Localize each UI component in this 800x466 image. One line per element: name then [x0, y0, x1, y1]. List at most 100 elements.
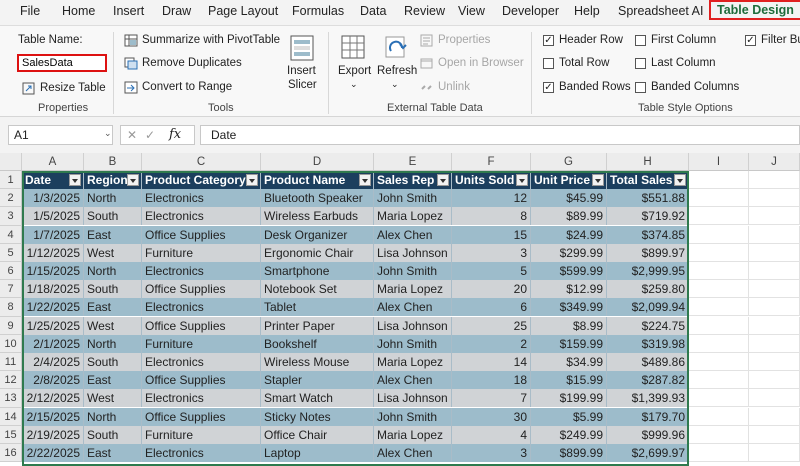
- empty-cell[interactable]: [689, 407, 749, 426]
- table-cell[interactable]: $159.99: [531, 334, 607, 353]
- chevron-down-icon[interactable]: ⌄: [350, 79, 358, 90]
- empty-cell[interactable]: [749, 225, 800, 244]
- table-cell[interactable]: 1/18/2025: [22, 280, 84, 299]
- export-button[interactable]: Export: [338, 65, 371, 77]
- table-cell[interactable]: East: [84, 225, 142, 244]
- empty-cell[interactable]: [689, 298, 749, 317]
- select-all-corner[interactable]: [0, 153, 22, 171]
- table-cell[interactable]: 2/19/2025: [22, 425, 84, 444]
- table-cell[interactable]: 1/3/2025: [22, 189, 84, 208]
- table-cell[interactable]: West: [84, 389, 142, 408]
- empty-cell[interactable]: [689, 171, 749, 189]
- table-cell[interactable]: North: [84, 262, 142, 280]
- row-header[interactable]: 5: [0, 243, 22, 262]
- table-cell[interactable]: $249.99: [531, 425, 607, 444]
- table-cell[interactable]: John Smith: [374, 334, 452, 353]
- empty-cell[interactable]: [689, 262, 749, 280]
- row-header[interactable]: 10: [0, 334, 22, 353]
- table-cell[interactable]: $34.99: [531, 353, 607, 371]
- row-header[interactable]: 4: [0, 225, 22, 244]
- table-cell[interactable]: 1/25/2025: [22, 316, 84, 335]
- menu-draw[interactable]: Draw: [162, 4, 191, 18]
- table-cell[interactable]: North: [84, 407, 142, 426]
- table-cell[interactable]: 15: [452, 225, 531, 244]
- menu-home[interactable]: Home: [62, 4, 95, 18]
- table-cell[interactable]: 2/1/2025: [22, 334, 84, 353]
- menu-review[interactable]: Review: [404, 4, 445, 18]
- table-cell[interactable]: 7: [452, 389, 531, 408]
- filter-dropdown-icon[interactable]: [516, 174, 528, 186]
- table-cell[interactable]: $5.99: [531, 407, 607, 426]
- table-cell[interactable]: Office Supplies: [142, 225, 261, 244]
- table-cell[interactable]: $999.96: [607, 425, 689, 444]
- row-header[interactable]: 6: [0, 262, 22, 281]
- empty-cell[interactable]: [749, 280, 800, 299]
- table-cell[interactable]: $551.88: [607, 189, 689, 208]
- table-cell[interactable]: Electronics: [142, 444, 261, 462]
- empty-cell[interactable]: [749, 189, 800, 208]
- table-cell[interactable]: $1,399.93: [607, 389, 689, 408]
- empty-cell[interactable]: [749, 334, 800, 353]
- column-header-f[interactable]: F: [452, 153, 531, 171]
- menu-page-layout[interactable]: Page Layout: [208, 4, 278, 18]
- table-header-cell[interactable]: Product Category: [142, 171, 261, 189]
- empty-cell[interactable]: [689, 371, 749, 390]
- table-cell[interactable]: $599.99: [531, 262, 607, 280]
- table-cell[interactable]: Alex Chen: [374, 444, 452, 462]
- table-cell[interactable]: Lisa Johnson: [374, 316, 452, 335]
- empty-cell[interactable]: [689, 353, 749, 371]
- table-cell[interactable]: $224.75: [607, 316, 689, 335]
- table-cell[interactable]: Ergonomic Chair: [261, 243, 374, 262]
- open-in-browser-button[interactable]: Open in Browser: [438, 57, 524, 69]
- table-cell[interactable]: Electronics: [142, 389, 261, 408]
- empty-cell[interactable]: [749, 316, 800, 335]
- row-header[interactable]: 9: [0, 316, 22, 335]
- table-cell[interactable]: $2,999.95: [607, 262, 689, 280]
- table-name-input[interactable]: [17, 54, 107, 72]
- table-cell[interactable]: $24.99: [531, 225, 607, 244]
- empty-cell[interactable]: [689, 316, 749, 335]
- table-cell[interactable]: Lisa Johnson: [374, 243, 452, 262]
- formula-input[interactable]: Date: [200, 125, 800, 145]
- table-cell[interactable]: Laptop: [261, 444, 374, 462]
- table-cell[interactable]: 1/5/2025: [22, 207, 84, 226]
- table-cell[interactable]: Lisa Johnson: [374, 389, 452, 408]
- table-header-cell[interactable]: Product Name: [261, 171, 374, 189]
- first-column-checkbox[interactable]: [635, 35, 646, 46]
- resize-table-button[interactable]: Resize Table: [40, 82, 106, 94]
- insert-slicer-label-1[interactable]: Insert: [287, 65, 316, 77]
- table-cell[interactable]: South: [84, 207, 142, 226]
- table-cell[interactable]: West: [84, 243, 142, 262]
- empty-cell[interactable]: [689, 189, 749, 208]
- empty-cell[interactable]: [749, 389, 800, 408]
- table-cell[interactable]: Electronics: [142, 189, 261, 208]
- table-cell[interactable]: Maria Lopez: [374, 425, 452, 444]
- menu-help[interactable]: Help: [574, 4, 600, 18]
- table-cell[interactable]: Alex Chen: [374, 298, 452, 317]
- table-cell[interactable]: West: [84, 316, 142, 335]
- enter-icon[interactable]: ✓: [145, 128, 155, 142]
- column-header-j[interactable]: J: [749, 153, 800, 171]
- name-box[interactable]: A1: [8, 125, 113, 145]
- table-cell[interactable]: 2/8/2025: [22, 371, 84, 390]
- table-cell[interactable]: 12: [452, 189, 531, 208]
- chevron-down-icon[interactable]: ⌄: [104, 128, 112, 139]
- empty-cell[interactable]: [689, 243, 749, 262]
- insert-function-icon[interactable]: fx: [169, 127, 181, 142]
- table-cell[interactable]: 5: [452, 262, 531, 280]
- table-cell[interactable]: Maria Lopez: [374, 207, 452, 226]
- table-cell[interactable]: Office Supplies: [142, 280, 261, 299]
- filter-dropdown-icon[interactable]: [359, 174, 371, 186]
- empty-cell[interactable]: [689, 225, 749, 244]
- table-cell[interactable]: Furniture: [142, 334, 261, 353]
- refresh-button[interactable]: Refresh: [377, 65, 417, 77]
- table-cell[interactable]: 2/15/2025: [22, 407, 84, 426]
- empty-cell[interactable]: [749, 262, 800, 280]
- menu-formulas[interactable]: Formulas: [292, 4, 344, 18]
- column-header-h[interactable]: H: [607, 153, 689, 171]
- filter-button-checkbox[interactable]: ✓: [745, 35, 756, 46]
- menu-data[interactable]: Data: [360, 4, 386, 18]
- empty-cell[interactable]: [749, 353, 800, 371]
- row-header[interactable]: 1: [0, 171, 22, 190]
- table-cell[interactable]: 18: [452, 371, 531, 390]
